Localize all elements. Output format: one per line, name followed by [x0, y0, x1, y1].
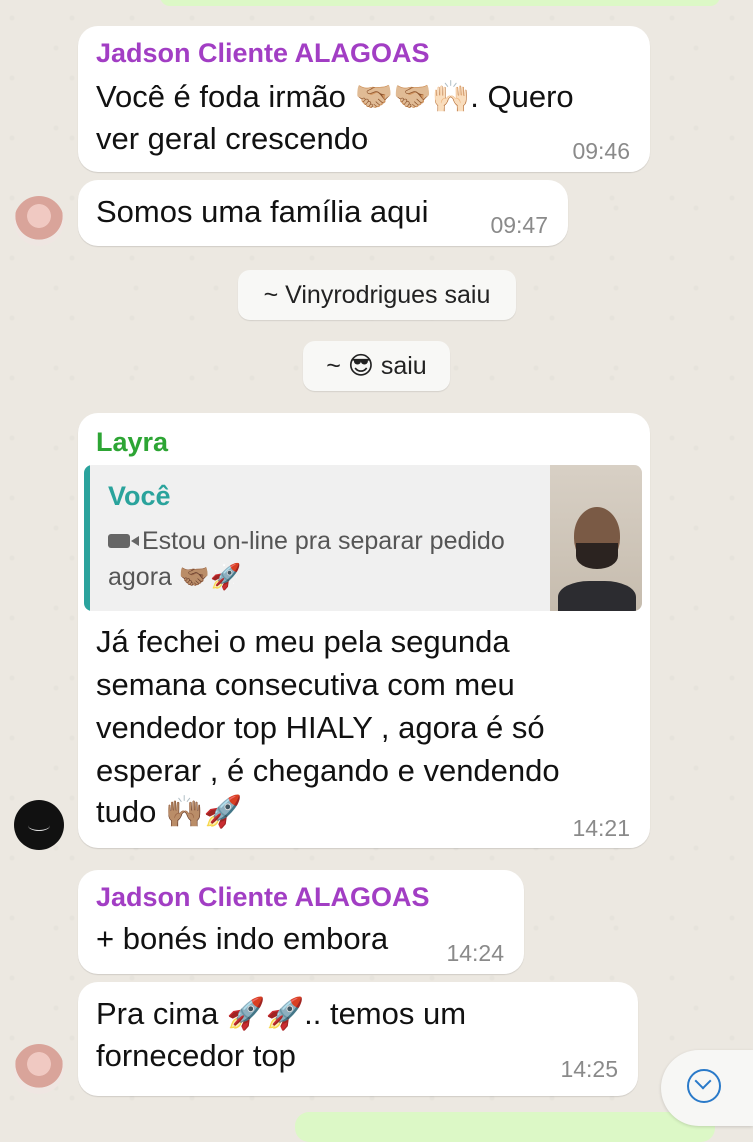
message-text-line: ver geral crescendo: [96, 121, 369, 156]
thumbnail-shirt: [558, 581, 636, 611]
system-notice-left: ~ Vinyrodrigues saiu: [238, 270, 516, 320]
sender-name: Layra: [96, 427, 169, 457]
quote-accent-bar: [84, 465, 90, 611]
message-bubble-jadson-1[interactable]: Jadson Cliente ALAGOAS Você é foda irmão…: [78, 26, 650, 172]
sender-name: Jadson Cliente ALAGOAS: [96, 38, 430, 68]
outgoing-bubble-partial-bottom: [295, 1112, 715, 1142]
outgoing-bubble-partial-top: [160, 0, 720, 6]
thumbnail-beard: [576, 543, 618, 569]
video-camera-icon: [108, 534, 139, 548]
message-text-line: esperar , é chegando e vendendo: [96, 753, 560, 788]
quoted-reply[interactable]: Você Estou on-line pra separar pedido ag…: [84, 465, 642, 611]
quote-text: Estou on-line pra separar pedido: [142, 527, 505, 555]
sender-avatar[interactable]: [14, 1044, 64, 1094]
message-text-line: + bonés indo embora: [96, 921, 389, 956]
message-text-line: Você é foda irmão 🤝🏼🤝🏼🙌🏻. Quero: [96, 79, 574, 114]
message-text-line: fornecedor top: [96, 1038, 296, 1073]
message-text-line: Somos uma família aqui: [96, 194, 429, 229]
video-thumbnail[interactable]: [550, 465, 642, 611]
scroll-to-bottom-button[interactable]: [661, 1050, 753, 1126]
message-time: 14:24: [446, 940, 504, 966]
message-text-line: Pra cima 🚀🚀.. temos um: [96, 996, 467, 1031]
quote-text-line: Estou on-line pra separar pedido: [108, 527, 505, 556]
system-notice-left: ~ 😎 saiu: [303, 341, 450, 391]
message-time: 14:25: [560, 1056, 618, 1082]
sender-avatar-layra[interactable]: [14, 800, 64, 850]
message-text-line: vendedor top HIALY , agora é só: [96, 710, 545, 745]
quote-text-line: agora 🤝🏽🚀: [108, 563, 242, 591]
message-time: 09:47: [490, 212, 548, 238]
message-time: 09:46: [572, 138, 630, 164]
message-bubble-layra[interactable]: Layra Você Estou on-line pra separar ped…: [78, 413, 650, 848]
message-bubble-2[interactable]: Somos uma família aqui 09:47: [78, 180, 568, 246]
message-text-line: semana consecutiva com meu: [96, 667, 515, 702]
message-bubble-jadson-2[interactable]: Jadson Cliente ALAGOAS + bonés indo embo…: [78, 870, 524, 974]
sender-avatar[interactable]: [14, 196, 64, 246]
message-text-line: tudo 🙌🏽🚀: [96, 794, 243, 829]
sender-name: Jadson Cliente ALAGOAS: [96, 882, 430, 912]
message-text-line: Já fechei o meu pela segunda: [96, 624, 510, 659]
message-bubble-5[interactable]: Pra cima 🚀🚀.. temos um fornecedor top 14…: [78, 982, 638, 1096]
quote-author: Você: [108, 481, 171, 511]
layra-logo-icon: [28, 820, 50, 831]
message-time: 14:21: [572, 815, 630, 841]
